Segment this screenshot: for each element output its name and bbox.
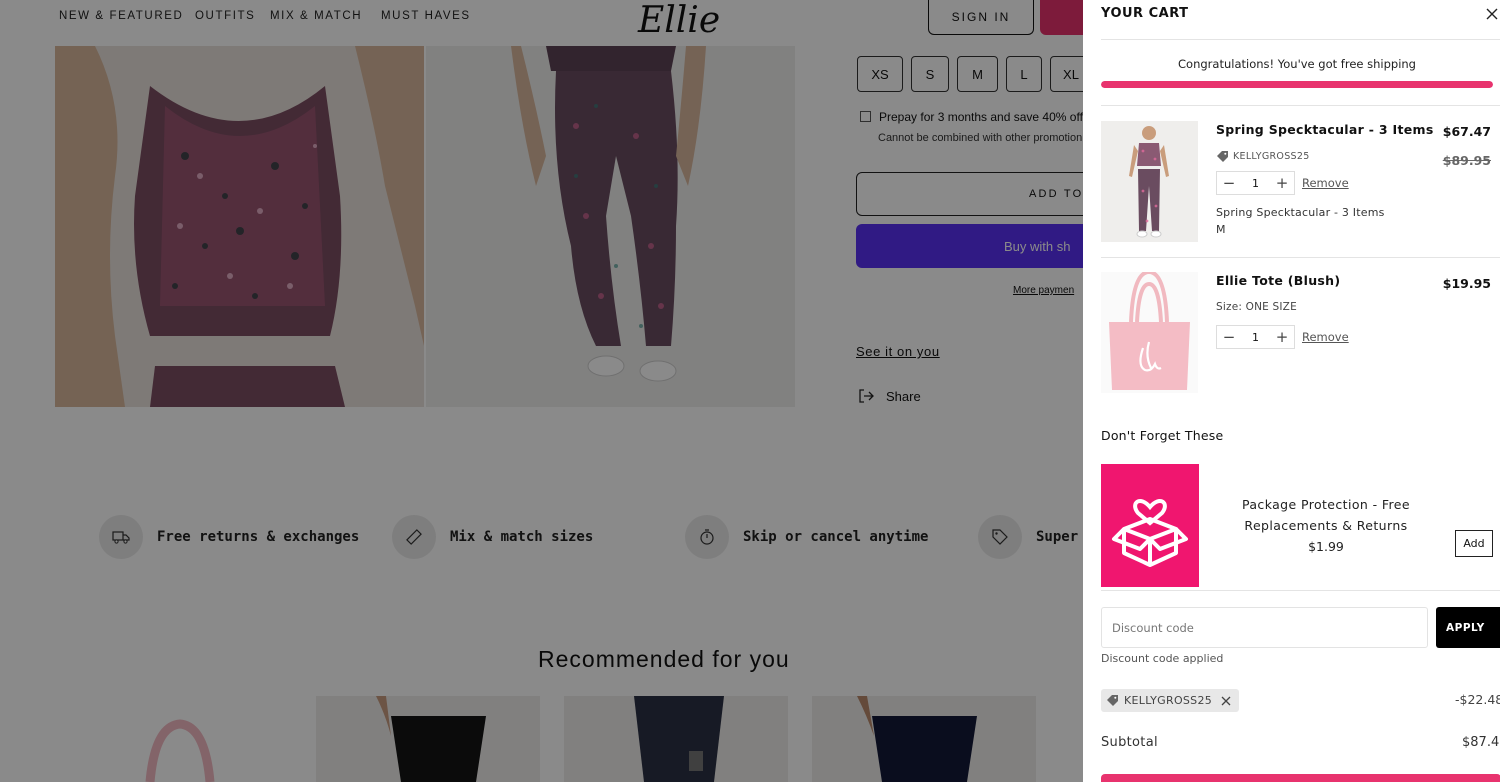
- quantity-stepper: − 1 +: [1216, 171, 1295, 195]
- divider: [1101, 39, 1500, 40]
- cart-item-detail-title: Spring Specktacular - 3 Items: [1216, 206, 1385, 219]
- package-protection-image[interactable]: [1101, 464, 1199, 587]
- discount-code-input[interactable]: Discount code: [1101, 607, 1428, 648]
- cart-title: YOUR CART: [1101, 6, 1189, 21]
- close-icon[interactable]: [1221, 696, 1231, 706]
- cart-item-image[interactable]: [1101, 272, 1198, 393]
- divider: [1101, 105, 1500, 106]
- cart-item-discount: KELLYGROSS25: [1216, 150, 1310, 163]
- cart-item-name[interactable]: Spring Specktacular - 3 Items: [1216, 122, 1434, 137]
- subtotal-label: Subtotal: [1101, 735, 1158, 750]
- cart-item-price: $67.47: [1442, 124, 1491, 139]
- free-shipping-message: Congratulations! You've got free shippin…: [1178, 57, 1416, 71]
- checkout-button[interactable]: [1101, 774, 1500, 782]
- divider: [1101, 257, 1500, 258]
- quantity-value[interactable]: 1: [1252, 331, 1259, 344]
- gift-box-icon: [1112, 498, 1188, 567]
- upsell-name: Package Protection - Free Replacements &…: [1241, 497, 1410, 533]
- remove-item-link[interactable]: Remove: [1302, 176, 1349, 190]
- cart-item-detail: Spring Specktacular - 3 Items M: [1216, 204, 1385, 238]
- cart-item-price: $19.95: [1442, 276, 1491, 291]
- increase-quantity-button[interactable]: +: [1274, 329, 1290, 345]
- increase-quantity-button[interactable]: +: [1274, 175, 1290, 191]
- divider: [1101, 590, 1500, 591]
- cart-item-discount-code: KELLYGROSS25: [1233, 151, 1310, 162]
- remove-item-link[interactable]: Remove: [1302, 330, 1349, 344]
- cart-drawer: YOUR CART Congratulations! You've got fr…: [1083, 0, 1500, 782]
- quantity-stepper: − 1 +: [1216, 325, 1295, 349]
- applied-discount-code: KELLYGROSS25: [1124, 694, 1213, 707]
- cart-item-compare-price: $89.95: [1442, 153, 1491, 168]
- tag-icon: [1217, 151, 1228, 162]
- discount-amount: -$22.48: [1455, 692, 1500, 707]
- page-overlay[interactable]: [0, 0, 1083, 782]
- subtotal-value: $87.42: [1462, 735, 1500, 750]
- decrease-quantity-button[interactable]: −: [1221, 175, 1237, 191]
- cart-item-detail-size: M: [1216, 223, 1226, 236]
- applied-discount-chip: KELLYGROSS25: [1101, 689, 1240, 712]
- cart-item-name[interactable]: Ellie Tote (Blush): [1216, 273, 1340, 288]
- close-icon[interactable]: [1486, 3, 1498, 23]
- shipping-progress-bar: [1101, 81, 1493, 88]
- quantity-value[interactable]: 1: [1252, 177, 1259, 190]
- tag-icon: [1107, 695, 1118, 706]
- cart-item-image[interactable]: [1101, 121, 1198, 242]
- shipping-progress-fill: [1101, 81, 1493, 88]
- cart-item-size: Size: ONE SIZE: [1216, 301, 1297, 313]
- upsell-heading: Don't Forget These: [1101, 428, 1224, 443]
- decrease-quantity-button[interactable]: −: [1221, 329, 1237, 345]
- upsell-price: $1.99: [1308, 539, 1344, 554]
- add-upsell-button[interactable]: Add: [1455, 530, 1493, 557]
- apply-discount-button[interactable]: APPLY: [1436, 607, 1500, 648]
- discount-applied-message: Discount code applied: [1101, 652, 1224, 665]
